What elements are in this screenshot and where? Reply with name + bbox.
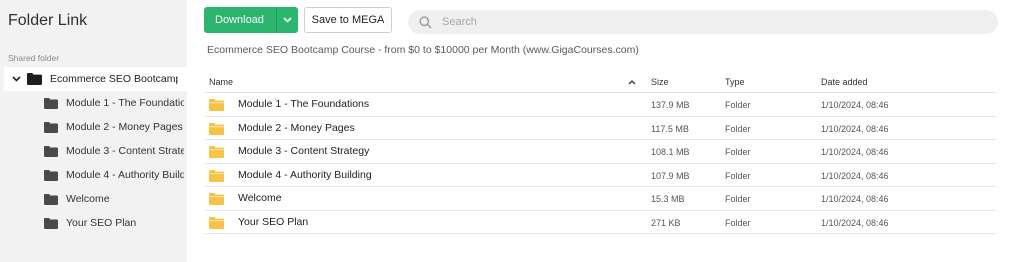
folder-icon	[44, 169, 58, 181]
sidebar-item-module-4[interactable]: Module 4 - Authority Building	[0, 163, 187, 187]
save-to-mega-button[interactable]: Save to MEGA	[304, 7, 392, 33]
row-name: Your SEO Plan	[238, 215, 309, 228]
folder-icon	[209, 169, 224, 184]
table-row[interactable]: Welcome 15.3 MB Folder 1/10/2024, 08:46	[205, 187, 997, 211]
row-type: Folder	[725, 194, 751, 204]
chevron-down-icon[interactable]	[8, 76, 24, 82]
sidebar-item-module-2[interactable]: Module 2 - Money Pages	[0, 115, 187, 139]
search-icon	[419, 15, 432, 29]
folder-icon	[209, 146, 224, 160]
column-header-date-added[interactable]: Date added	[821, 77, 868, 87]
folder-description: Ecommerce SEO Bootcamp Course - from $0 …	[207, 44, 639, 56]
folder-icon	[209, 122, 224, 137]
row-date-added: 1/10/2024, 08:46	[821, 217, 889, 228]
row-type: Folder	[725, 217, 751, 228]
sidebar-item-label: Your SEO Plan	[66, 217, 137, 229]
search-input[interactable]	[442, 16, 962, 28]
sidebar-root-folder[interactable]: Ecommerce SEO Bootcamp Course - from $0 …	[4, 67, 187, 91]
chevron-up-icon[interactable]	[628, 77, 636, 87]
row-size: 108.1 MB	[651, 147, 690, 157]
row-date-added: 1/10/2024, 08:46	[821, 170, 889, 181]
table-header: Name Size Type Date added	[205, 71, 997, 93]
table-row[interactable]: Your SEO Plan 271 KB Folder 1/10/2024, 0…	[205, 211, 997, 234]
sidebar-item-welcome[interactable]: Welcome	[0, 187, 187, 211]
row-name: Module 2 - Money Pages	[238, 121, 355, 134]
folder-icon	[44, 193, 58, 205]
sidebar-item-label: Module 1 - The Foundations	[66, 97, 184, 109]
folder-open-icon	[27, 73, 42, 85]
folder-icon	[209, 193, 224, 207]
column-header-name[interactable]: Name	[209, 77, 233, 87]
row-date-added: 1/10/2024, 08:46	[821, 123, 889, 134]
row-size: 15.3 MB	[651, 194, 685, 204]
table-row[interactable]: Module 2 - Money Pages 117.5 MB Folder 1…	[205, 117, 997, 140]
sidebar-item-your-seo-plan[interactable]: Your SEO Plan	[0, 211, 187, 235]
sidebar-item-module-3[interactable]: Module 3 - Content Strategy	[0, 139, 187, 163]
row-date-added: 1/10/2024, 08:46	[821, 147, 889, 157]
folder-tree: Module 1 - The Foundations Module 2 - Mo…	[0, 91, 187, 235]
row-name: Welcome	[238, 192, 282, 204]
table-row[interactable]: Module 4 - Authority Building 107.9 MB F…	[205, 164, 997, 187]
column-header-size[interactable]: Size	[651, 77, 669, 87]
table-row[interactable]: Module 1 - The Foundations 137.9 MB Fold…	[205, 93, 997, 117]
row-type: Folder	[725, 100, 751, 110]
sidebar-item-label: Module 4 - Authority Building	[66, 169, 184, 181]
shared-folder-label: Shared folder	[8, 53, 60, 63]
download-button[interactable]: Download	[204, 7, 298, 33]
folder-icon	[44, 121, 58, 133]
folder-icon	[44, 145, 58, 157]
row-date-added: 1/10/2024, 08:46	[821, 100, 889, 110]
search-bar[interactable]	[408, 10, 998, 34]
row-name: Module 1 - The Foundations	[238, 98, 370, 110]
folder-icon	[44, 217, 58, 229]
sidebar-item-label: Module 3 - Content Strategy	[66, 145, 184, 157]
sidebar: Folder Link Shared folder Ecommerce SEO …	[0, 0, 187, 262]
row-size: 271 KB	[651, 217, 681, 228]
row-type: Folder	[725, 170, 751, 181]
sidebar-title: Folder Link	[8, 12, 88, 29]
row-date-added: 1/10/2024, 08:46	[821, 194, 889, 204]
sidebar-item-module-1[interactable]: Module 1 - The Foundations	[0, 91, 187, 115]
folder-icon	[209, 99, 224, 113]
folder-icon	[44, 97, 58, 109]
row-type: Folder	[725, 123, 751, 134]
sidebar-root-label: Ecommerce SEO Bootcamp Course - from $0 …	[50, 73, 178, 85]
row-size: 117.5 MB	[651, 123, 689, 134]
row-size: 137.9 MB	[651, 100, 690, 110]
row-name: Module 3 - Content Strategy	[238, 145, 370, 157]
sidebar-item-label: Welcome	[66, 193, 110, 205]
download-button-label: Download	[215, 14, 264, 26]
column-header-type[interactable]: Type	[725, 77, 745, 87]
sidebar-item-label: Module 2 - Money Pages	[66, 121, 183, 133]
folder-icon	[209, 216, 224, 231]
row-size: 107.9 MB	[651, 170, 690, 181]
chevron-down-icon[interactable]	[277, 17, 298, 23]
table-row[interactable]: Module 3 - Content Strategy 108.1 MB Fol…	[205, 140, 997, 164]
row-type: Folder	[725, 147, 751, 157]
row-name: Module 4 - Authority Building	[238, 168, 372, 181]
file-table: Name Size Type Date added Module 1 - The…	[205, 71, 997, 234]
